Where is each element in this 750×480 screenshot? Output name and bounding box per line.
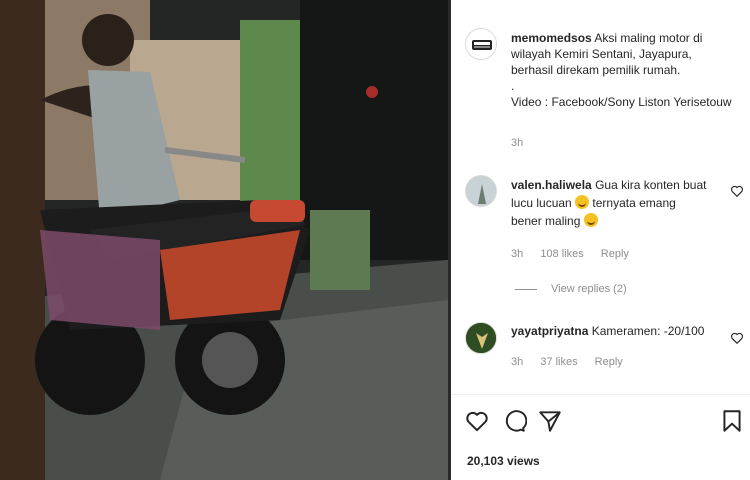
bookmark-icon[interactable]: [719, 408, 745, 434]
author-username[interactable]: memomedsos: [511, 31, 592, 45]
video-frame: [0, 0, 448, 480]
caption-line-2: wilayah Kemiri Sentani, Jayapura,: [511, 47, 692, 61]
commenter-avatar[interactable]: [465, 175, 497, 207]
comment-likes[interactable]: 37 likes: [540, 356, 577, 368]
comment-line-3a: bener maling: [511, 214, 581, 228]
comment-body: Kameramen: -20/100: [591, 324, 705, 338]
caption-line-3: berhasil direkam pemilik rumah.: [511, 63, 681, 77]
actions-divider: [451, 394, 750, 395]
comment-meta: 3h 108 likes Reply: [511, 248, 643, 260]
comment-line-1: Gua kira konten buat: [595, 178, 707, 192]
comment-text: valen.haliwela Gua kira konten buat lucu…: [511, 176, 726, 230]
caption-line-5: Video : Facebook/Sony Liston Yerisetouw: [511, 95, 732, 109]
view-count[interactable]: 20,103 views: [467, 454, 540, 468]
paper-plane-icon[interactable]: [537, 408, 563, 434]
author-avatar[interactable]: [465, 28, 497, 60]
avatar-photo-icon: [466, 176, 496, 206]
view-replies-link[interactable]: View replies (2): [515, 283, 627, 295]
comment-like-heart-icon[interactable]: [730, 331, 744, 345]
comment-likes[interactable]: 108 likes: [540, 248, 583, 260]
comment-reply-link[interactable]: Reply: [601, 248, 629, 260]
comment-text: yayatpriyatna Kameramen: -20/100: [511, 322, 726, 340]
comment-reply-link[interactable]: Reply: [595, 356, 623, 368]
view-replies-label: View replies (2): [551, 283, 627, 295]
comment-time[interactable]: 3h: [511, 248, 523, 260]
caption-line-1: Aksi maling motor di: [594, 31, 703, 45]
comment-like-heart-icon[interactable]: [730, 184, 744, 198]
commenter-avatar[interactable]: [465, 322, 497, 354]
post-timestamp[interactable]: 3h: [511, 137, 523, 149]
replies-dash: [515, 288, 537, 290]
grinning-face-emoji-icon: [583, 213, 598, 227]
heart-icon[interactable]: [464, 408, 490, 434]
caption-line-4: .: [511, 79, 515, 93]
post-video[interactable]: [0, 0, 448, 480]
grinning-face-emoji-icon: [575, 195, 590, 209]
comment-time[interactable]: 3h: [511, 356, 523, 368]
post-side-panel: memomedsos Aksi maling motor di wilayah …: [451, 0, 750, 480]
post-caption: memomedsos Aksi maling motor di wilayah …: [511, 30, 741, 110]
commenter-username[interactable]: valen.haliwela: [511, 178, 592, 192]
commenter-username[interactable]: yayatpriyatna: [511, 324, 588, 338]
comment-meta: 3h 37 likes Reply: [511, 356, 637, 368]
comment-line-2a: lucu lucuan: [511, 196, 572, 210]
avatar-mask-icon: [466, 323, 496, 353]
comment-icon[interactable]: [501, 408, 527, 434]
memomedsos-logo-icon: [472, 40, 492, 50]
comment-line-2b: ternyata emang: [592, 196, 676, 210]
